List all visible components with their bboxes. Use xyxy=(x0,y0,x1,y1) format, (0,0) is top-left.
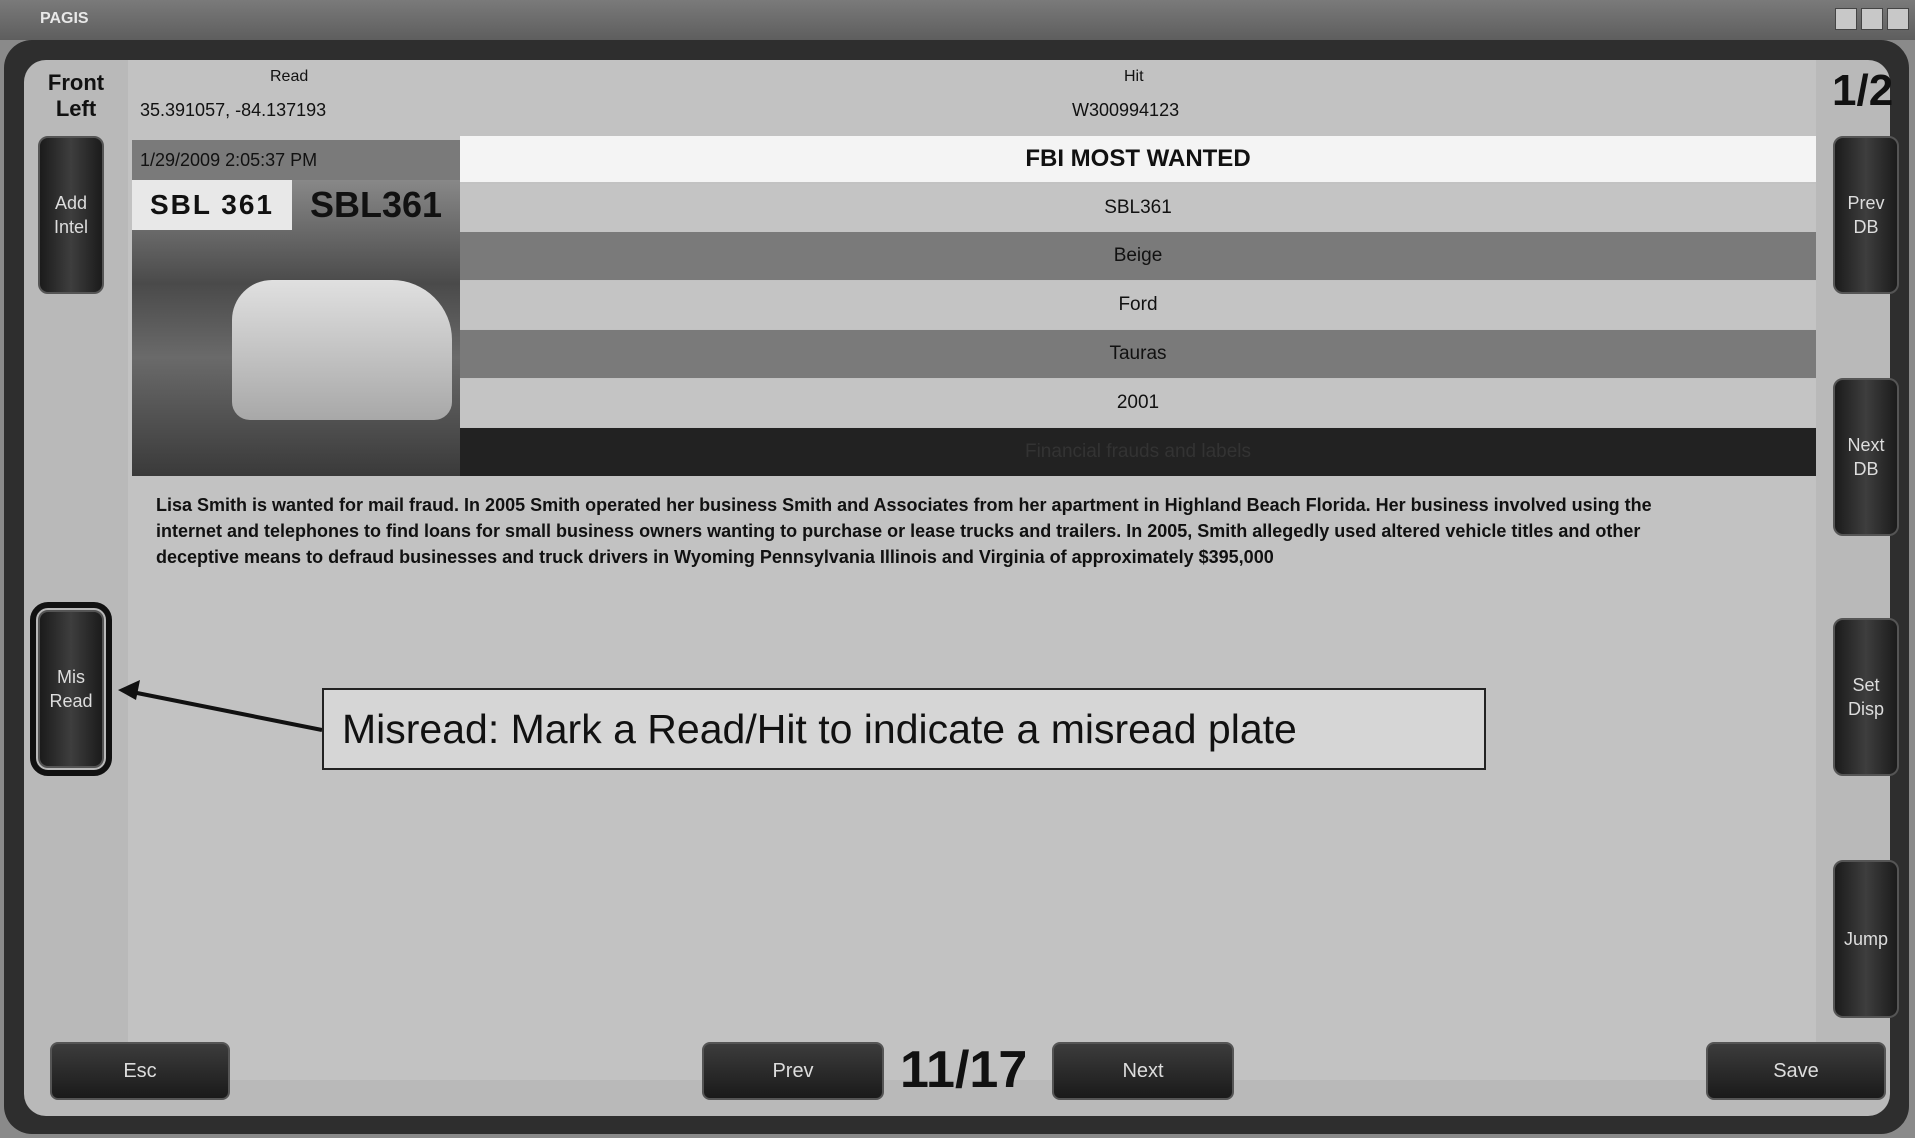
hit-description: Lisa Smith is wanted for mail fraud. In … xyxy=(156,495,1652,567)
field-plate: SBL361 xyxy=(460,184,1816,232)
read-coordinates: 35.391057, -84.137193 xyxy=(140,100,327,120)
plate-read-text: SBL361 xyxy=(310,184,443,225)
plate-crop-image: SBL 361 xyxy=(132,180,292,230)
alert-title: FBI MOST WANTED xyxy=(1025,145,1251,172)
field-offense: Financial frauds and labels xyxy=(460,428,1816,476)
minimize-button[interactable] xyxy=(1835,8,1857,30)
jump-button[interactable]: Jump xyxy=(1833,860,1899,1018)
hit-label: Hit xyxy=(1124,68,1144,85)
prev-button[interactable]: Prev xyxy=(702,1042,884,1100)
page-indicator: 1/2 xyxy=(1832,66,1894,115)
read-label: Read xyxy=(270,68,309,85)
camera-label: Front Left xyxy=(47,70,105,121)
window-controls xyxy=(1835,8,1909,30)
next-button[interactable]: Next xyxy=(1052,1042,1234,1100)
misread-callout: Misread: Mark a Read/Hit to indicate a m… xyxy=(322,688,1486,770)
field-year: 2001 xyxy=(460,379,1816,427)
title-bar: PAGIS xyxy=(0,0,1915,40)
field-model: Tauras xyxy=(460,330,1816,378)
misread-button[interactable]: Mis Read xyxy=(30,602,112,776)
prev-db-button[interactable]: Prev DB xyxy=(1833,136,1899,294)
read-timestamp: 1/29/2009 2:05:37 PM xyxy=(140,150,318,170)
alert-title-row: FBI MOST WANTED xyxy=(460,136,1816,182)
set-disp-button[interactable]: Set Disp xyxy=(1833,618,1899,776)
vehicle-image xyxy=(232,280,452,420)
esc-button[interactable]: Esc xyxy=(50,1042,230,1100)
save-button[interactable]: Save xyxy=(1706,1042,1886,1100)
record-counter: 11/17 xyxy=(900,1041,1028,1099)
add-intel-button[interactable]: Add Intel xyxy=(38,136,104,294)
field-make: Ford xyxy=(460,281,1816,329)
next-db-button[interactable]: Next DB xyxy=(1833,378,1899,536)
field-color: Beige xyxy=(460,232,1816,280)
close-button[interactable] xyxy=(1887,8,1909,30)
maximize-button[interactable] xyxy=(1861,8,1883,30)
hit-id: W300994123 xyxy=(1072,100,1180,120)
window-title: PAGIS xyxy=(40,10,89,27)
